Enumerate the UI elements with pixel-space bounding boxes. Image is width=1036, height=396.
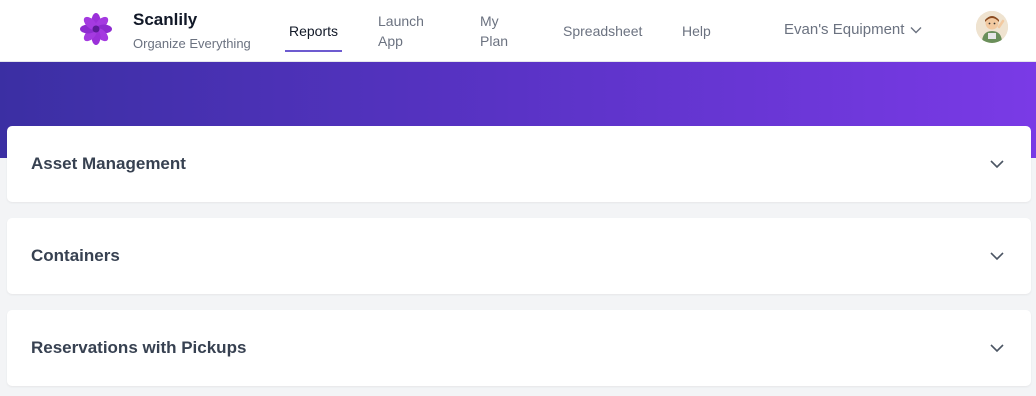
nav-launch-app[interactable]: Launch App — [378, 11, 424, 51]
brand-name: Scanlily — [133, 10, 198, 29]
nav-launch-app-line1: Launch — [378, 13, 424, 29]
account-switcher[interactable]: Evan's Equipment — [784, 21, 922, 38]
section-title: Reservations with Pickups — [31, 338, 247, 357]
section-title: Asset Management — [31, 154, 186, 173]
section-containers[interactable]: Containers — [7, 218, 1031, 294]
account-name: Evan's Equipment — [784, 21, 905, 38]
nav-my-plan[interactable]: My Plan — [480, 11, 508, 51]
nav-spreadsheet[interactable]: Spreadsheet — [563, 21, 642, 41]
nav-my-plan-line2: Plan — [480, 33, 509, 49]
section-title: Containers — [31, 246, 120, 265]
nav-my-plan-line1: My — [480, 13, 499, 29]
nav-active-indicator — [285, 50, 342, 52]
top-navigation-bar: Scanlily Organize Everything Reports Lau… — [0, 0, 1036, 62]
section-asset-management[interactable]: Asset Management — [7, 126, 1031, 202]
chevron-down-icon[interactable] — [989, 340, 1005, 356]
section-reservations-with-pickups[interactable]: Reservations with Pickups — [7, 310, 1031, 386]
user-avatar[interactable] — [976, 11, 1008, 43]
nav-reports[interactable]: Reports — [289, 21, 338, 41]
nav-launch-app-line2: App — [378, 33, 403, 49]
chevron-down-icon — [910, 21, 922, 38]
nav-help[interactable]: Help — [682, 21, 711, 41]
chevron-down-icon[interactable] — [989, 156, 1005, 172]
chevron-down-icon[interactable] — [989, 248, 1005, 264]
flower-logo-icon[interactable] — [80, 13, 112, 45]
brand-tagline: Organize Everything — [133, 36, 251, 51]
